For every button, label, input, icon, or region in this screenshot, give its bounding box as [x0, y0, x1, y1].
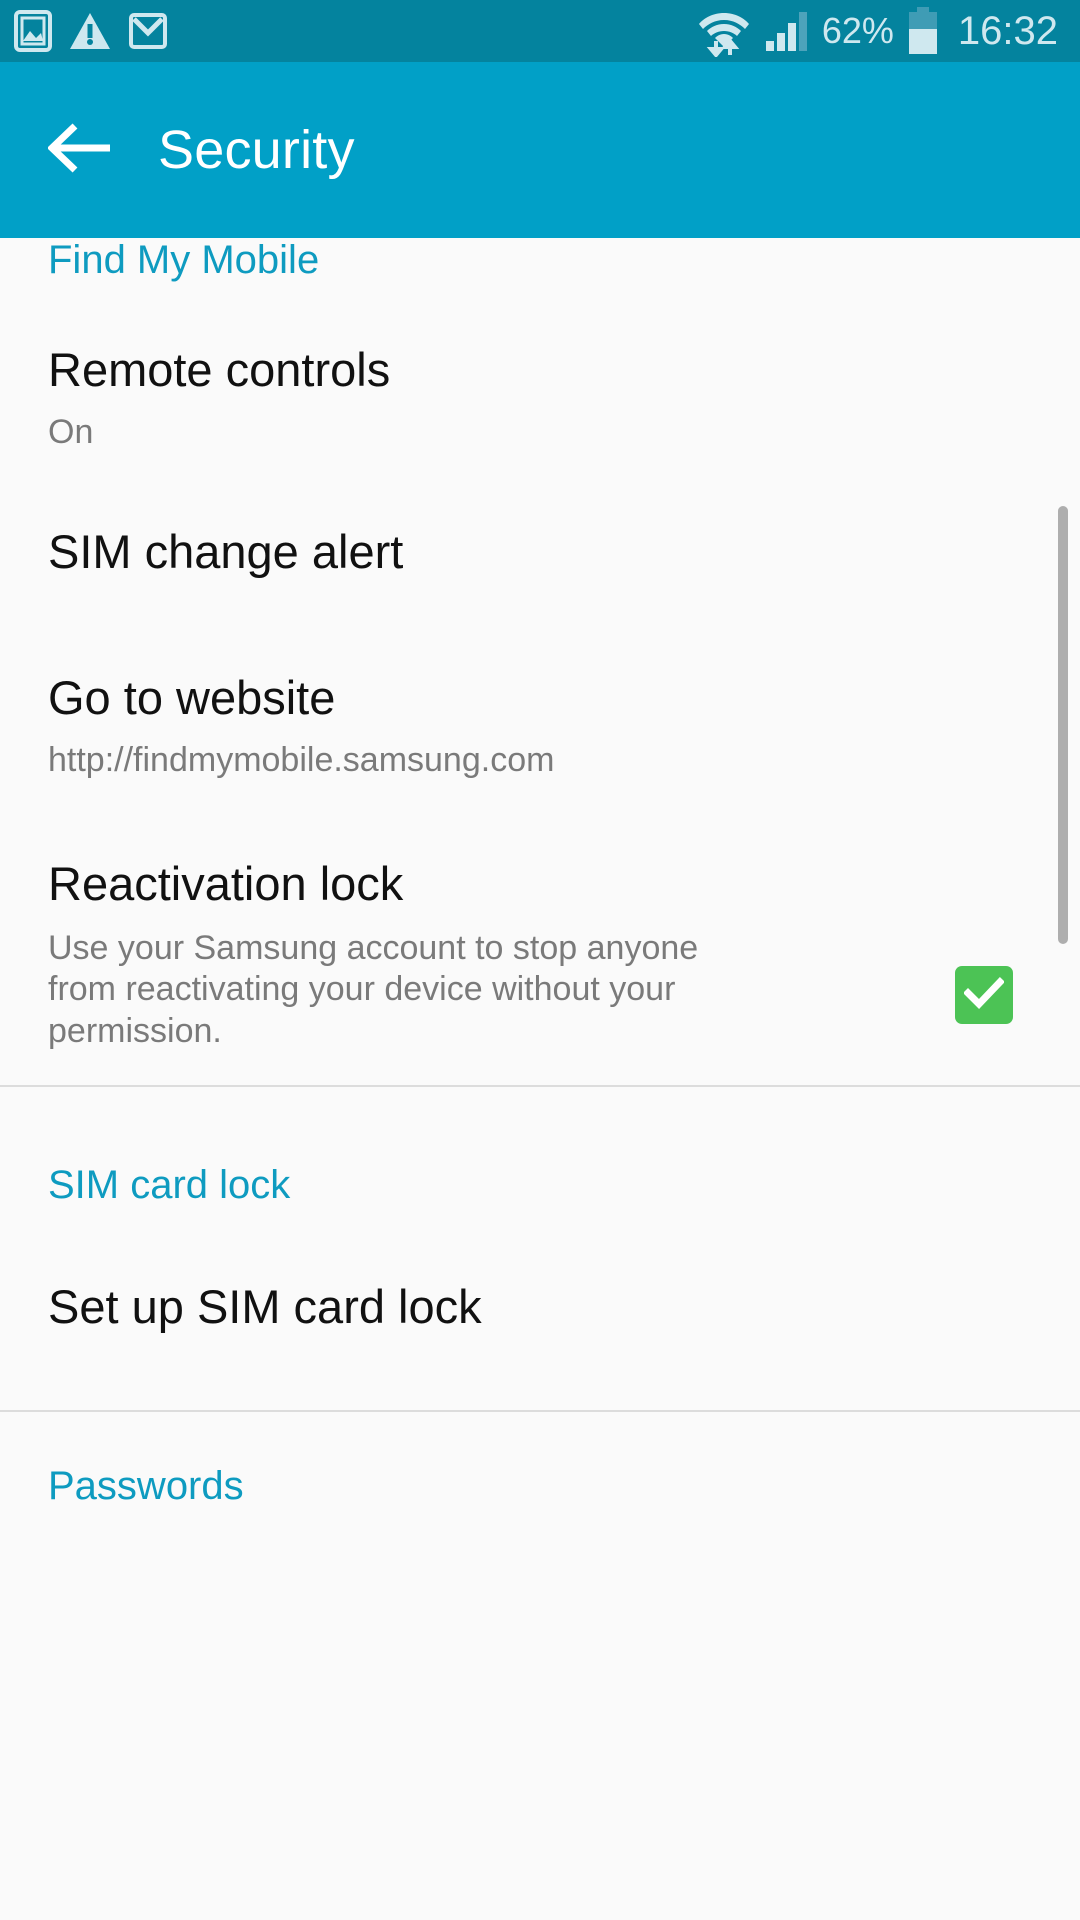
scrollbar[interactable] — [1058, 238, 1068, 1920]
list-item-title: SIM change alert — [48, 525, 404, 578]
status-bar-notification-icons — [14, 10, 168, 52]
battery-icon — [906, 7, 940, 55]
wifi-with-transfer-arrows-icon — [696, 5, 752, 59]
list-item-subtitle: http://findmymobile.samsung.com — [48, 740, 555, 779]
list-item-title: Set up SIM card lock — [48, 1280, 482, 1333]
list-item-subtitle: Use your Samsung account to stop anyone … — [48, 928, 699, 1050]
list-item-title: Remote controls — [48, 343, 391, 396]
status-bar: 62% 16:32 — [0, 0, 1080, 62]
settings-list[interactable]: Find My Mobile Remote controls On SIM ch… — [0, 238, 1080, 1920]
scrollbar-thumb[interactable] — [1058, 506, 1068, 944]
section-header-find-my-mobile: Find My Mobile — [48, 238, 320, 282]
list-item-sim-change-alert[interactable]: SIM change alert — [0, 526, 1080, 636]
list-item-set-up-sim-card-lock[interactable]: Set up SIM card lock — [0, 1281, 1080, 1391]
battery-percent-label: 62% — [821, 10, 894, 51]
back-button[interactable] — [26, 95, 136, 205]
warning-triangle-icon — [68, 10, 112, 52]
gmail-icon — [128, 10, 168, 52]
list-item-title: Go to website — [48, 671, 336, 724]
section-divider — [0, 1085, 1080, 1087]
list-item-title: Reactivation lock — [48, 857, 404, 910]
image-icon — [14, 10, 52, 52]
reactivation-lock-checkbox[interactable] — [955, 966, 1013, 1024]
list-item-remote-controls[interactable]: Remote controls On — [0, 344, 1080, 504]
section-divider — [0, 1410, 1080, 1412]
section-header-sim-card-lock: SIM card lock — [48, 1163, 291, 1207]
clock-label: 16:32 — [957, 8, 1058, 53]
section-header-passwords: Passwords — [48, 1464, 244, 1508]
checkmark-icon — [963, 976, 1005, 1014]
cellular-signal-icon — [764, 9, 810, 53]
list-item-subtitle: On — [48, 412, 94, 451]
page-title: Security — [158, 120, 355, 180]
app-bar: Security — [0, 62, 1080, 238]
back-arrow-icon — [46, 120, 114, 181]
list-item-reactivation-lock[interactable]: Reactivation lock Use your Samsung accou… — [0, 858, 1080, 1068]
list-item-go-to-website[interactable]: Go to website http://findmymobile.samsun… — [0, 672, 1080, 832]
phone-screen: 62% 16:32 Security Find My Mobile Remote… — [0, 0, 1080, 1920]
status-bar-system-icons: 62% 16:32 — [696, 5, 1058, 59]
